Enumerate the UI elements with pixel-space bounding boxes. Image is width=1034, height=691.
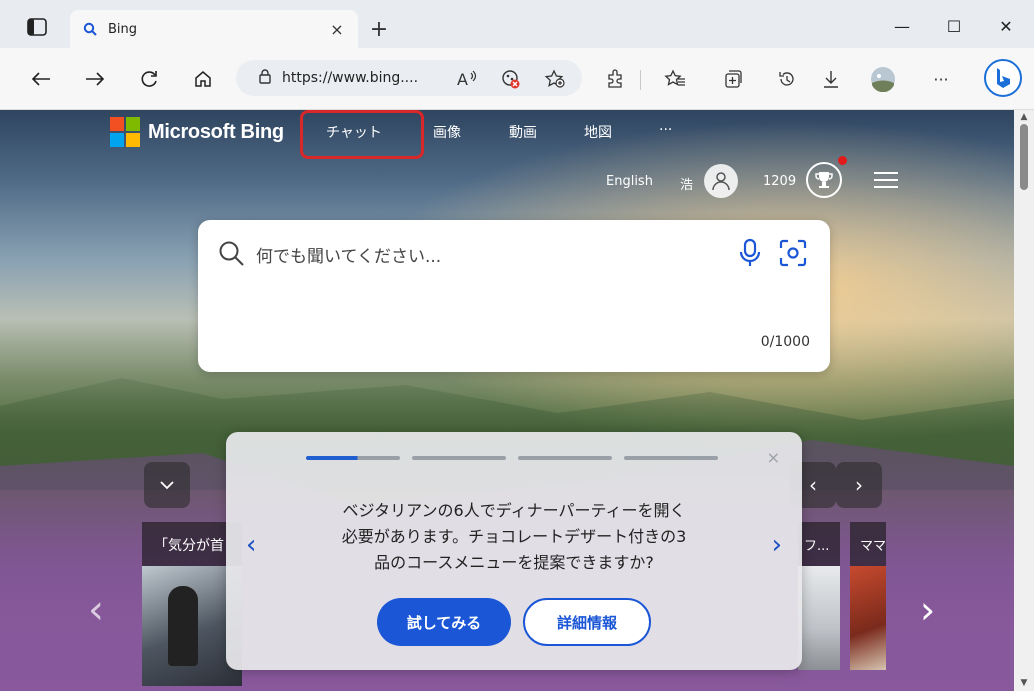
tab-bar: Bing × + — ☐ ✕ — [0, 0, 1034, 48]
scroll-thumb[interactable] — [1020, 124, 1028, 190]
collections-icon[interactable] — [718, 64, 748, 94]
nav-more[interactable]: ··· — [659, 122, 672, 138]
tab-actions-icon[interactable] — [22, 14, 52, 40]
back-icon[interactable] — [26, 64, 56, 94]
collapse-feed-button[interactable] — [144, 462, 190, 508]
profile-avatar-icon[interactable] — [868, 64, 898, 94]
news-card-right-title-2[interactable]: ママ — [850, 522, 886, 566]
microphone-icon[interactable] — [738, 238, 762, 268]
promo-message: ベジタリアンの6人でディナーパーティーを開く 必要があります。チョコレートデザー… — [282, 498, 746, 576]
promo-step-indicator — [306, 456, 718, 460]
search-icon — [82, 21, 98, 37]
page-scrollbar[interactable]: ▲ ▼ — [1014, 110, 1034, 691]
scroll-up-icon[interactable]: ▲ — [1019, 112, 1029, 122]
tracking-prevention-icon[interactable] — [496, 64, 526, 94]
carousel-prev-faint-icon[interactable]: ‹ — [88, 590, 108, 630]
close-window-button[interactable]: ✕ — [986, 12, 1026, 40]
promo-step-1[interactable] — [306, 456, 400, 460]
url-text: https://www.bing.... — [282, 70, 419, 86]
promo-close-button[interactable]: × — [767, 448, 780, 467]
news-card-right-image-2[interactable] — [850, 566, 886, 670]
favorites-icon[interactable] — [660, 64, 690, 94]
promo-message-line-2: 必要があります。チョコレートデザート付きの3 — [341, 527, 687, 546]
toolbar-divider — [640, 70, 641, 90]
forward-icon[interactable] — [80, 64, 110, 94]
svg-text:A: A — [457, 70, 468, 88]
download-icon[interactable] — [816, 64, 846, 94]
news-card-right-title-1[interactable]: フ... — [798, 522, 840, 566]
history-icon[interactable] — [772, 64, 802, 94]
hamburger-menu-icon[interactable] — [874, 172, 898, 190]
promo-message-line-3: 品のコースメニューを提案できますか? — [374, 553, 654, 572]
bing-chat-sidebar-icon[interactable] — [984, 59, 1022, 97]
search-icon — [218, 240, 246, 268]
minimize-button[interactable]: — — [882, 12, 922, 40]
microsoft-logo-icon — [110, 117, 140, 147]
address-bar[interactable]: https://www.bing.... — [236, 60, 582, 96]
read-aloud-icon[interactable]: A — [452, 64, 482, 94]
chat-promo-card: × ‹ › ベジタリアンの6人でディナーパーティーを開く 必要があります。チョコ… — [226, 432, 802, 670]
promo-next-button[interactable]: › — [772, 530, 782, 560]
nav-videos[interactable]: 動画 — [509, 122, 537, 142]
add-favorite-icon[interactable] — [540, 64, 570, 94]
user-avatar-icon[interactable] — [704, 164, 738, 198]
promo-step-4[interactable] — [624, 456, 718, 460]
scroll-down-icon[interactable]: ▼ — [1019, 678, 1029, 688]
microsoft-bing-logo[interactable]: Microsoft Bing — [110, 117, 284, 147]
tab-bing[interactable]: Bing × — [70, 10, 358, 48]
home-icon[interactable] — [188, 64, 218, 94]
promo-prev-button[interactable]: ‹ — [246, 530, 256, 560]
visual-search-icon[interactable] — [778, 238, 808, 268]
carousel-next-icon[interactable]: › — [920, 588, 944, 632]
nav-maps[interactable]: 地図 — [584, 122, 612, 142]
tab-close-button[interactable]: × — [328, 20, 346, 39]
language-toggle[interactable]: English — [606, 174, 653, 189]
search-box[interactable]: 何でも聞いてください... 0/1000 — [198, 220, 830, 372]
more-options-icon[interactable]: ··· — [926, 64, 956, 94]
notification-dot — [838, 156, 847, 165]
character-counter: 0/1000 — [760, 334, 810, 350]
tiles-next-button[interactable]: › — [836, 462, 882, 508]
learn-more-button[interactable]: 詳細情報 — [523, 598, 651, 646]
nav-images[interactable]: 画像 — [433, 122, 461, 142]
browser-toolbar: https://www.bing.... A ··· — [0, 48, 1034, 110]
promo-message-line-1: ベジタリアンの6人でディナーパーティーを開く — [342, 501, 686, 520]
tab-title: Bing — [108, 21, 138, 37]
rewards-trophy-icon[interactable] — [806, 162, 842, 198]
try-it-button[interactable]: 試してみる — [377, 598, 511, 646]
rewards-points[interactable]: 1209 — [763, 174, 796, 189]
promo-step-3[interactable] — [518, 456, 612, 460]
news-card-right-image-1[interactable] — [798, 566, 840, 670]
new-tab-button[interactable]: + — [366, 16, 392, 42]
search-input[interactable]: 何でも聞いてください... — [256, 242, 441, 267]
refresh-icon[interactable] — [134, 64, 164, 94]
maximize-button[interactable]: ☐ — [934, 12, 974, 40]
user-name[interactable]: 浩 — [680, 174, 693, 193]
bing-homepage: Microsoft Bing チャット 画像 動画 地図 ··· English… — [0, 110, 1014, 691]
brand-name: Microsoft Bing — [148, 120, 284, 143]
promo-step-2[interactable] — [412, 456, 506, 460]
extensions-icon[interactable] — [600, 64, 630, 94]
chat-highlight-annotation — [300, 110, 424, 159]
lock-icon[interactable] — [258, 68, 272, 88]
